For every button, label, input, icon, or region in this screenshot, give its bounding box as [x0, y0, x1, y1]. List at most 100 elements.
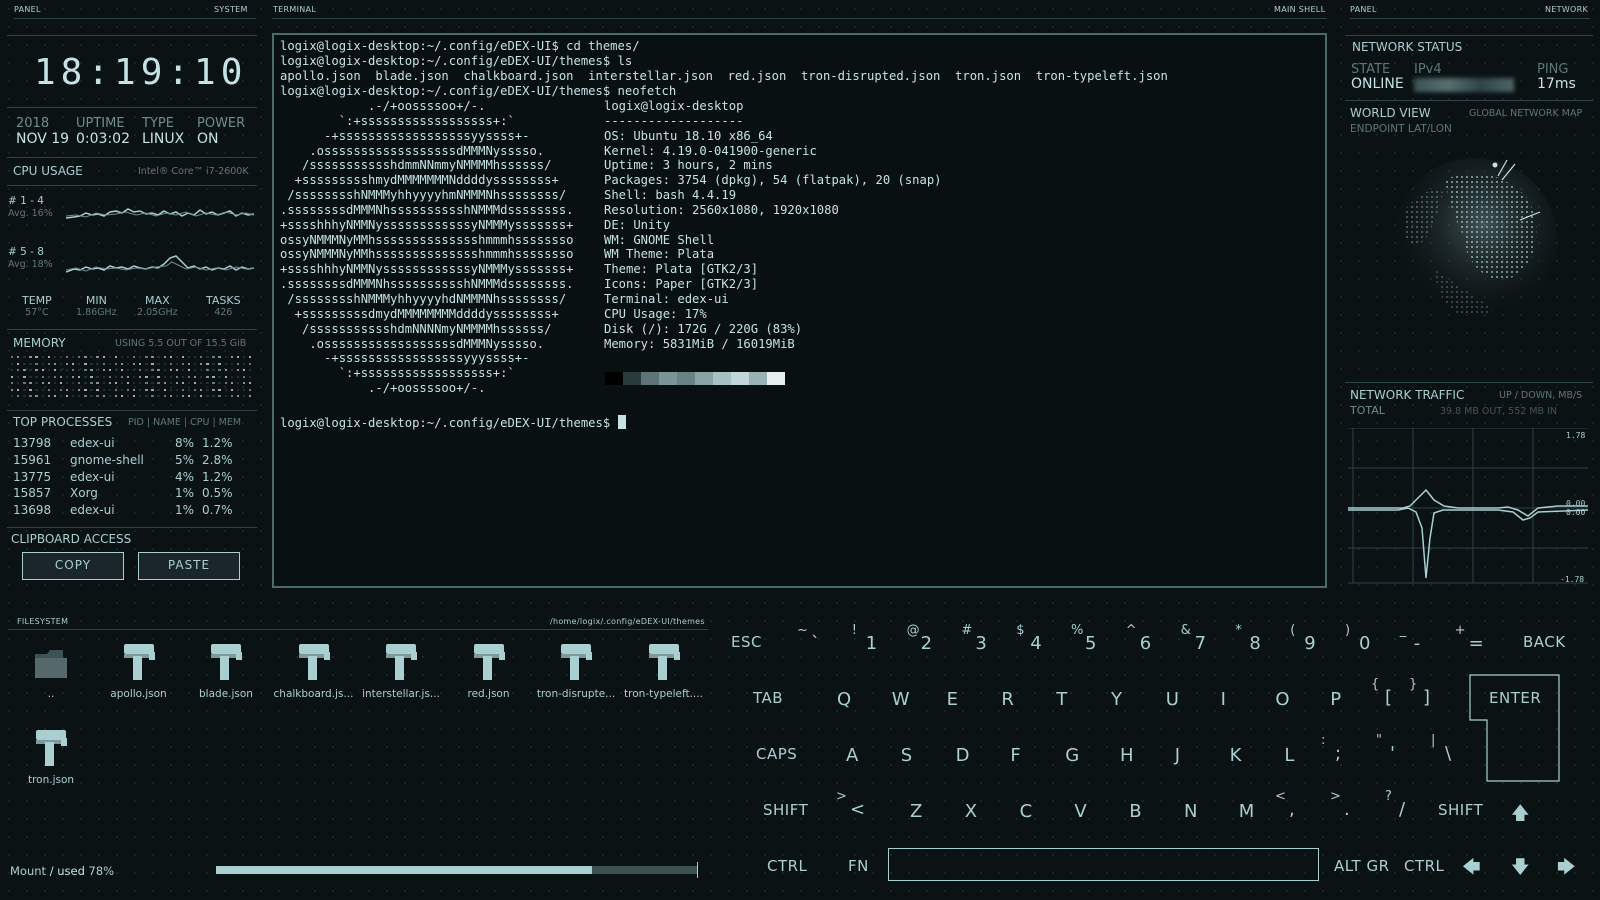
key-fn[interactable]: FN	[848, 857, 869, 875]
key-char: .	[1344, 799, 1350, 820]
key-6[interactable]: ^ 6	[1126, 623, 1166, 657]
key-s[interactable]: S	[887, 735, 927, 769]
key-j[interactable]: J	[1161, 735, 1201, 769]
key-9[interactable]: (9	[1290, 623, 1330, 657]
divider	[7, 185, 257, 186]
key-y[interactable]: Y	[1097, 679, 1137, 713]
paste-button[interactable]: PASTE	[138, 552, 240, 580]
key-ctrl-left[interactable]: CTRL	[767, 857, 807, 875]
key-o[interactable]: O	[1261, 679, 1301, 713]
key-3[interactable]: #3	[961, 623, 1001, 657]
key-10[interactable]: ) 0	[1345, 623, 1385, 657]
key-tab[interactable]: TAB	[753, 689, 783, 707]
key-char: B	[1129, 801, 1142, 822]
key-char: S	[900, 745, 913, 766]
key-t[interactable]: T	[1042, 679, 1082, 713]
file-item[interactable]: interstellar.js...	[358, 640, 444, 700]
key-f[interactable]: F	[996, 735, 1036, 769]
key-caps[interactable]: CAPS	[756, 745, 797, 763]
key-punct[interactable]: " '	[1376, 733, 1416, 767]
file-item[interactable]: tron-disrupte...	[533, 640, 619, 700]
key-r[interactable]: R	[987, 679, 1027, 713]
folder-item[interactable]: ..	[8, 640, 94, 700]
key-b[interactable]: B	[1115, 791, 1155, 825]
arrow-right-icon[interactable]: 🡆	[1557, 855, 1576, 885]
key-0[interactable]: ~ `	[797, 623, 837, 657]
key-bracket[interactable]: {[	[1371, 677, 1411, 711]
temp-label: TEMP	[22, 294, 52, 307]
file-item[interactable]: chalkboard.js...	[271, 640, 357, 700]
key-altgr[interactable]: ALT GR	[1334, 857, 1390, 875]
key-ctrl-right[interactable]: CTRL	[1404, 857, 1444, 875]
file-item[interactable]: blade.json	[183, 640, 269, 700]
key-bracket[interactable]: }]	[1409, 677, 1449, 711]
tasks-block: TASKS 426	[206, 294, 241, 318]
key-char: `	[811, 633, 820, 654]
file-item[interactable]: red.json	[446, 640, 532, 700]
key-d[interactable]: D	[942, 735, 982, 769]
key-char: '	[1390, 743, 1395, 764]
divider	[7, 527, 257, 528]
key-esc[interactable]: ESC	[731, 633, 762, 651]
key-x[interactable]: X	[951, 791, 991, 825]
key-g[interactable]: G	[1051, 735, 1091, 769]
key-char: 3	[975, 633, 987, 654]
key-m[interactable]: M	[1225, 791, 1265, 825]
key-shift-right[interactable]: SHIFT	[1438, 801, 1483, 819]
terminal-prompt[interactable]: logix@logix-desktop:~/.config/eDEX-UI/th…	[280, 415, 626, 430]
arrow-left-icon[interactable]: 🡄	[1462, 855, 1481, 885]
process-name: edex-ui	[70, 503, 115, 518]
key-l[interactable]: L	[1270, 735, 1310, 769]
key-2[interactable]: @2	[907, 623, 947, 657]
neofetch-logo: .-/+oossssoo+/-. `:+ssssssssssssssssss+:…	[280, 99, 574, 396]
key-n[interactable]: N	[1170, 791, 1210, 825]
terminal-window[interactable]: logix@logix-desktop:~/.config/eDEX-UI$ c…	[272, 33, 1327, 588]
key-c[interactable]: C	[1006, 791, 1046, 825]
key-4[interactable]: $4	[1016, 623, 1056, 657]
key-space[interactable]	[888, 848, 1319, 881]
memory-title: MEMORY	[13, 336, 66, 350]
file-item[interactable]: tron-typeleft....	[621, 640, 707, 700]
copy-button[interactable]: COPY	[22, 552, 124, 580]
key-w[interactable]: W	[878, 679, 918, 713]
key-11[interactable]: _ -	[1400, 623, 1440, 657]
key-punct[interactable]: ? /	[1385, 789, 1425, 823]
key-1[interactable]: ! 1	[852, 623, 892, 657]
y-axis-top: 1.78	[1566, 431, 1585, 440]
key-angle[interactable]: > <	[836, 789, 876, 823]
file-item[interactable]: apollo.json	[96, 640, 182, 700]
key-k[interactable]: K	[1216, 735, 1256, 769]
key-p[interactable]: P	[1316, 679, 1356, 713]
key-z[interactable]: Z	[896, 791, 936, 825]
key-h[interactable]: H	[1106, 735, 1146, 769]
key-i[interactable]: I	[1207, 679, 1247, 713]
key-char: G	[1065, 745, 1080, 766]
file-item[interactable]: tron.json	[8, 726, 94, 786]
key-punct[interactable]: :;	[1321, 733, 1361, 767]
file-name: tron-typeleft....	[624, 688, 703, 700]
key-char: ,	[1289, 799, 1295, 820]
key-punct[interactable]: >.	[1330, 789, 1370, 823]
key-e[interactable]: E	[933, 679, 973, 713]
key-a[interactable]: A	[832, 735, 872, 769]
key-punct[interactable]: | \	[1431, 733, 1471, 767]
key-5[interactable]: % 5	[1071, 623, 1111, 657]
key-7[interactable]: & 7	[1181, 623, 1221, 657]
key-q[interactable]: Q	[823, 679, 863, 713]
theme-file-icon	[473, 644, 505, 680]
cpu-graph-1	[66, 208, 254, 219]
theme-file-icon	[211, 644, 242, 680]
arrow-down-icon[interactable]: 🡇	[1511, 855, 1530, 885]
key-8[interactable]: * 8	[1235, 623, 1275, 657]
key-u[interactable]: U	[1152, 679, 1192, 713]
arrow-up-icon[interactable]: 🡅	[1511, 801, 1530, 831]
key-punct[interactable]: <,	[1275, 789, 1315, 823]
color-palette	[605, 372, 785, 385]
key-char: 6	[1139, 633, 1152, 654]
process-name: edex-ui	[70, 469, 115, 484]
key-12[interactable]: + =	[1455, 623, 1495, 657]
key-v[interactable]: V	[1060, 791, 1100, 825]
key-backspace[interactable]: BACK	[1523, 633, 1566, 651]
key-shift-left[interactable]: SHIFT	[763, 801, 808, 819]
ipv4-value-blurred	[1414, 78, 1514, 92]
